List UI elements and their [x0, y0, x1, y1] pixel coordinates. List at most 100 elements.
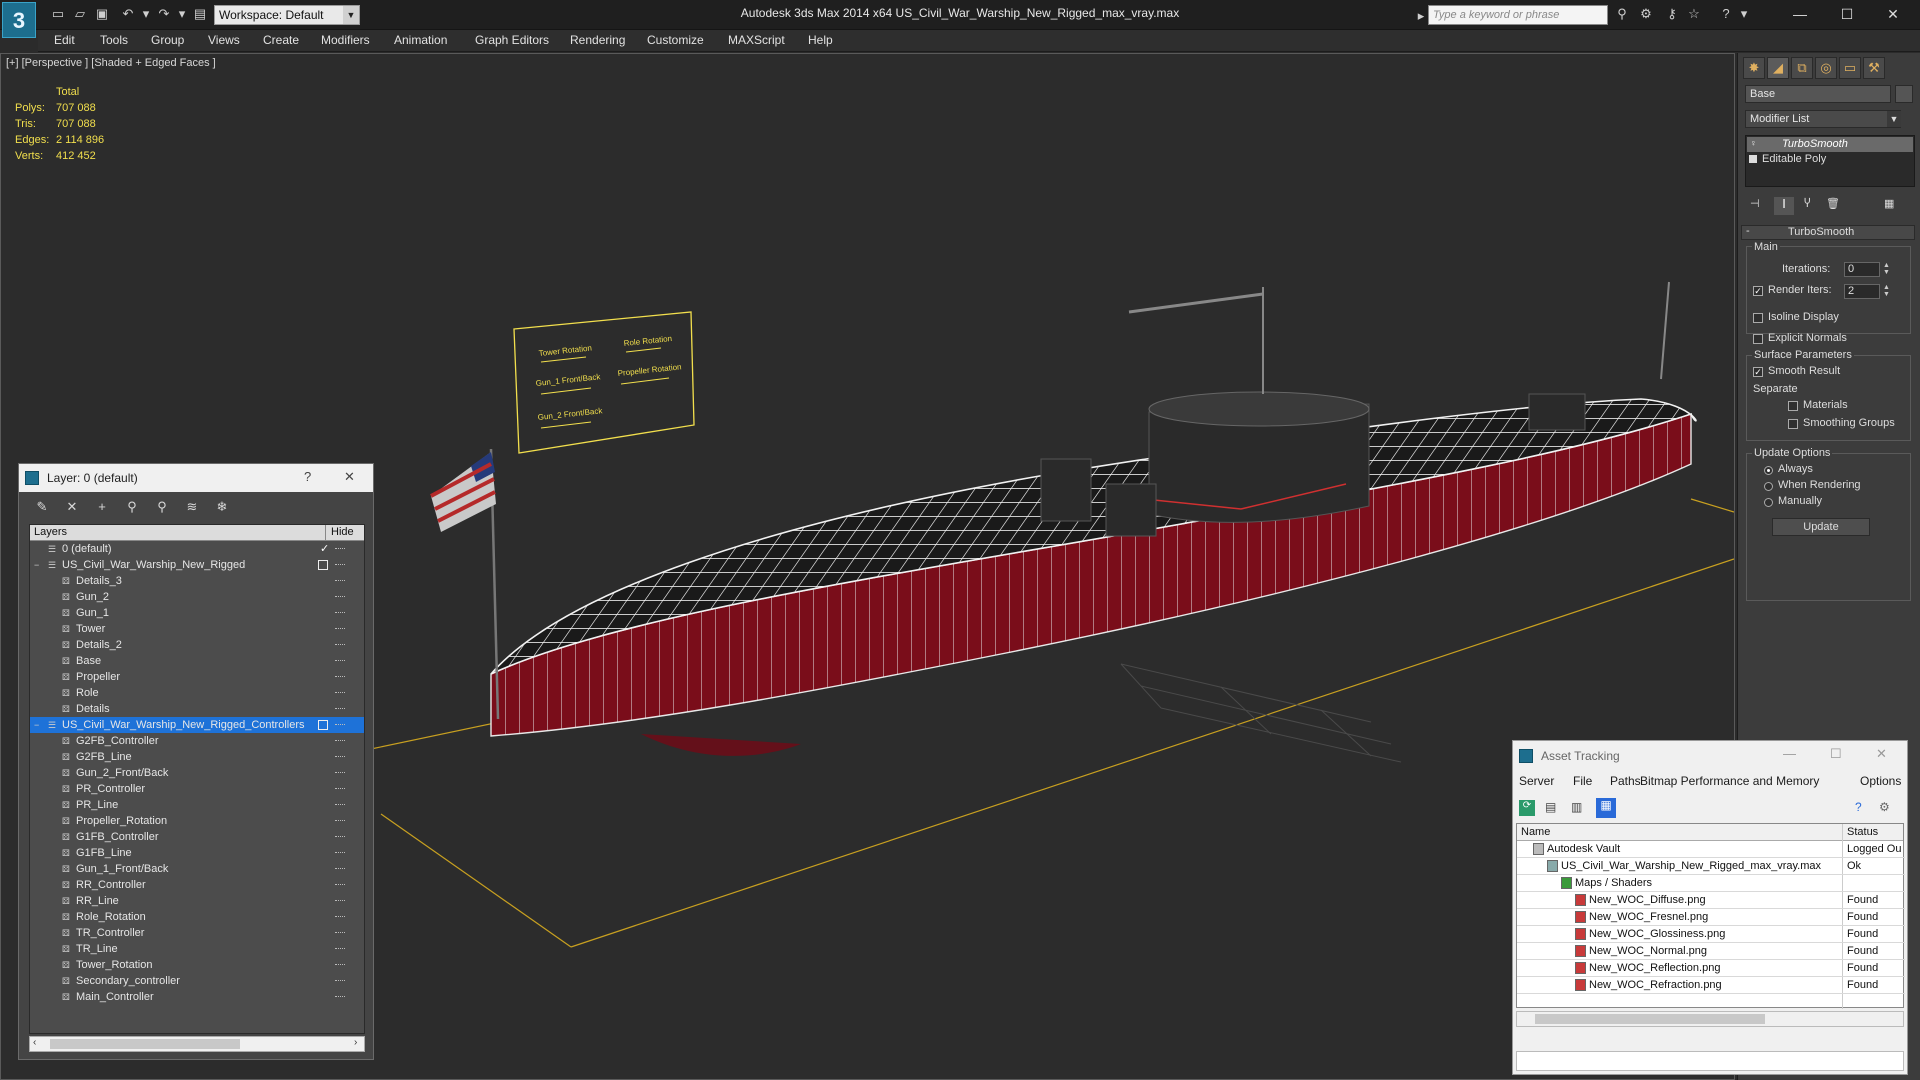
object-row[interactable]: ⚄ Details: [30, 701, 364, 717]
menu-animation[interactable]: Animation: [394, 33, 447, 47]
object-row[interactable]: ⚄ Base: [30, 653, 364, 669]
object-row[interactable]: ⚄ Gun_1_Front/Back: [30, 861, 364, 877]
delete-layer-icon[interactable]: ✕: [61, 497, 83, 517]
hide-toggle-icon[interactable]: [335, 740, 345, 742]
menu-graph-editors[interactable]: Graph Editors: [475, 33, 549, 47]
menu-bitmap-performance[interactable]: Bitmap Performance and Memory: [1640, 774, 1819, 788]
search-input[interactable]: Type a keyword or phrase: [1428, 5, 1608, 25]
hide-toggle-icon[interactable]: [335, 564, 345, 566]
modifier-list-dropdown[interactable]: Modifier List: [1745, 110, 1901, 128]
configure-sets-icon[interactable]: ▦: [1884, 197, 1902, 213]
smoothing-groups-checkbox[interactable]: [1788, 419, 1798, 429]
hide-toggle-icon[interactable]: [335, 820, 345, 822]
hide-toggle-icon[interactable]: [335, 708, 345, 710]
object-row[interactable]: ⚄ RR_Controller: [30, 877, 364, 893]
redo-dropdown-icon[interactable]: ▾: [174, 6, 190, 22]
render-iters-spinner[interactable]: 2: [1844, 284, 1880, 299]
favorites-star-icon[interactable]: ☆: [1686, 6, 1702, 22]
object-row[interactable]: ⚄ G2FB_Controller: [30, 733, 364, 749]
layers-column-header[interactable]: Layers: [34, 526, 67, 538]
hide-toggle-icon[interactable]: [335, 772, 345, 774]
asset-row[interactable]: New_WOC_Reflection.png Found: [1517, 960, 1905, 977]
current-layer-check-icon[interactable]: ✓: [320, 541, 329, 557]
maximize-icon[interactable]: ☐: [1830, 746, 1842, 762]
update-button[interactable]: Update: [1772, 518, 1870, 536]
asset-row[interactable]: Maps / Shaders: [1517, 875, 1905, 892]
add-to-layer-icon[interactable]: +: [91, 497, 113, 517]
chevron-down-icon[interactable]: ▼: [1887, 111, 1901, 127]
help-icon[interactable]: ?: [304, 469, 311, 484]
iterations-spinner[interactable]: 0: [1844, 262, 1880, 277]
hide-toggle-icon[interactable]: [335, 916, 345, 918]
project-folder-icon[interactable]: ▤: [192, 6, 208, 22]
list-view-icon[interactable]: ▤: [1545, 800, 1561, 816]
create-layer-icon[interactable]: ✎: [31, 497, 53, 517]
object-row[interactable]: ⚄ Details_2: [30, 637, 364, 653]
object-row[interactable]: ⚄ G1FB_Controller: [30, 829, 364, 845]
hide-toggle-icon[interactable]: [335, 996, 345, 998]
hide-toggle-icon[interactable]: [335, 900, 345, 902]
hide-toggle-icon[interactable]: [335, 852, 345, 854]
communication-center-icon[interactable]: ⚙: [1638, 6, 1654, 22]
close-window-icon[interactable]: ✕: [1878, 4, 1908, 24]
asset-row[interactable]: Autodesk Vault Logged Ou: [1517, 841, 1905, 858]
scrollbar-thumb[interactable]: [1535, 1014, 1765, 1024]
hide-toggle-icon[interactable]: [335, 884, 345, 886]
menu-rendering[interactable]: Rendering: [570, 33, 625, 47]
menu-views[interactable]: Views: [208, 33, 240, 47]
asset-row[interactable]: New_WOC_Fresnel.png Found: [1517, 909, 1905, 926]
search-expand-icon[interactable]: ▸: [1413, 8, 1429, 24]
manually-radio[interactable]: [1764, 498, 1773, 507]
remove-modifier-icon[interactable]: 🗑: [1826, 197, 1842, 213]
menu-tools[interactable]: Tools: [100, 33, 128, 47]
hide-toggle-icon[interactable]: [335, 692, 345, 694]
set-current-layer-icon[interactable]: [318, 560, 328, 570]
object-row[interactable]: ⚄ Role: [30, 685, 364, 701]
detail-view-icon[interactable]: ▥: [1571, 800, 1587, 816]
object-row[interactable]: ⚄ G1FB_Line: [30, 845, 364, 861]
show-end-result-icon[interactable]: Ⅰ: [1774, 197, 1794, 215]
object-row[interactable]: ⚄ TR_Controller: [30, 925, 364, 941]
rollout-collapse-icon[interactable]: -: [1746, 225, 1750, 237]
menu-server[interactable]: Server: [1519, 774, 1554, 788]
object-row[interactable]: ⚄ Tower_Rotation: [30, 957, 364, 973]
hide-toggle-icon[interactable]: [335, 868, 345, 870]
object-row[interactable]: ⚄ Propeller_Rotation: [30, 813, 364, 829]
highlight-layer-icon[interactable]: ⚲: [151, 497, 173, 517]
object-row[interactable]: ⚄ Gun_1: [30, 605, 364, 621]
stack-item-turbosmooth[interactable]: TurboSmooth: [1782, 138, 1848, 150]
object-row[interactable]: ⚄ Details_3: [30, 573, 364, 589]
hide-toggle-icon[interactable]: [335, 548, 345, 550]
redo-icon[interactable]: ↷: [156, 6, 172, 22]
spinner-arrows-icon[interactable]: ▲ ▼: [1883, 284, 1891, 299]
horizontal-scrollbar[interactable]: [1516, 1011, 1904, 1027]
scroll-right-icon[interactable]: ›: [354, 1037, 357, 1048]
render-iters-checkbox[interactable]: ✓: [1753, 286, 1763, 296]
object-row[interactable]: ⚄ PR_Line: [30, 797, 364, 813]
layer-row[interactable]: − ☰ US_Civil_War_Warship_New_Rigged_Contro…: [30, 717, 364, 733]
create-tab-icon[interactable]: ✸: [1743, 57, 1765, 79]
object-row[interactable]: ⚄ Gun_2: [30, 589, 364, 605]
hide-toggle-icon[interactable]: [335, 964, 345, 966]
scroll-left-icon[interactable]: ‹: [33, 1037, 36, 1048]
object-row[interactable]: ⚄ Gun_2_Front/Back: [30, 765, 364, 781]
object-row[interactable]: ⚄ Tower: [30, 621, 364, 637]
utilities-tab-icon[interactable]: ⚒: [1863, 57, 1885, 79]
display-tab-icon[interactable]: ▭: [1839, 57, 1861, 79]
vault-help-icon[interactable]: ?: [1855, 800, 1871, 816]
hide-toggle-icon[interactable]: [335, 628, 345, 630]
object-row[interactable]: ⚄ TR_Line: [30, 941, 364, 957]
menu-group[interactable]: Group: [151, 33, 184, 47]
isoline-display-checkbox[interactable]: [1753, 313, 1763, 323]
hide-toggle-icon[interactable]: [335, 596, 345, 598]
hierarchy-tab-icon[interactable]: ⧉: [1791, 57, 1813, 79]
help-icon[interactable]: ?: [1718, 6, 1734, 22]
undo-dropdown-icon[interactable]: ▾: [138, 6, 154, 22]
hide-toggle-icon[interactable]: [335, 644, 345, 646]
minimize-window-icon[interactable]: —: [1785, 4, 1815, 24]
object-row[interactable]: ⚄ Secondary_controller: [30, 973, 364, 989]
undo-icon[interactable]: ↶: [120, 6, 136, 22]
hide-toggle-icon[interactable]: [335, 788, 345, 790]
workspace-dropdown[interactable]: Workspace: Default: [214, 5, 360, 25]
motion-tab-icon[interactable]: ◎: [1815, 57, 1837, 79]
